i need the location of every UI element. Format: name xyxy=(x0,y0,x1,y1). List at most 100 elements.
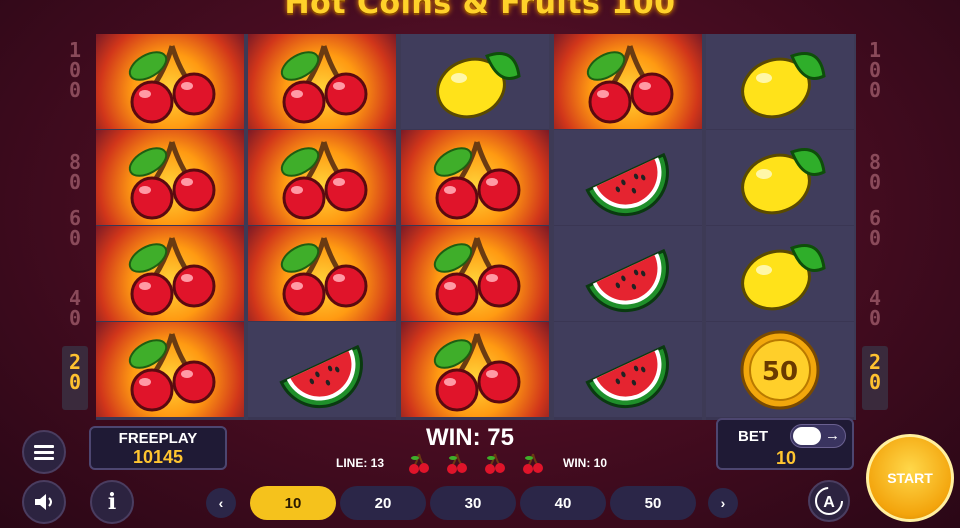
cherry-icon xyxy=(128,237,216,316)
reel-cell xyxy=(248,130,396,225)
payline-digit: 8 xyxy=(868,150,882,174)
payline-active-digit: 2 xyxy=(868,350,882,374)
toggle-knob xyxy=(793,427,821,445)
speaker-icon xyxy=(35,494,52,510)
cherry-icon xyxy=(128,141,216,220)
lemon-icon xyxy=(741,148,826,215)
payline-digit: 6 xyxy=(868,206,882,230)
bet-option[interactable]: 20 xyxy=(340,486,426,520)
reel-cell xyxy=(554,226,702,321)
payline-digit: 0 xyxy=(868,226,882,250)
mini-cherry-icon xyxy=(409,453,429,474)
payline-digit: 0 xyxy=(68,306,82,330)
payline-active-digit: 0 xyxy=(68,370,82,394)
info-button[interactable]: i xyxy=(90,480,134,524)
mini-cherry-icon xyxy=(523,453,543,474)
chevron-right-icon: › xyxy=(720,495,726,511)
reel-cell xyxy=(96,34,244,129)
coin-value: 50 xyxy=(762,357,798,387)
autoplay-icon: A xyxy=(815,487,843,515)
payline-digit: 0 xyxy=(868,78,882,102)
bet-option[interactable]: 40 xyxy=(520,486,606,520)
payline-digit: 0 xyxy=(868,58,882,82)
sound-button[interactable] xyxy=(22,480,66,524)
bet-next-button[interactable]: › xyxy=(708,488,738,518)
cherry-icon xyxy=(280,237,368,316)
payline-digit: 0 xyxy=(868,170,882,194)
reel-cell xyxy=(401,130,549,225)
payline-digit: 4 xyxy=(68,286,82,310)
lemon-icon xyxy=(741,244,826,311)
reel-cell xyxy=(706,34,854,129)
freeplay-balance: 10145 xyxy=(132,447,184,467)
payline-digit: 1 xyxy=(868,38,882,62)
cherry-icon xyxy=(433,333,521,412)
watermelon-icon xyxy=(585,152,669,217)
hamburger-icon xyxy=(34,445,54,460)
line-win: WIN: 10 xyxy=(563,456,608,470)
reel-cell xyxy=(96,130,244,225)
total-win: WIN: 75 xyxy=(425,424,514,451)
freeplay-panel: FREEPLAY 10145 xyxy=(89,426,227,470)
payline-digit: 0 xyxy=(68,170,82,194)
cherry-icon xyxy=(280,45,368,124)
reel-cell xyxy=(248,322,396,417)
payline-numbers-right: 1 0 0 8 0 6 0 4 0 2 0 xyxy=(862,36,888,418)
payline-digit: 0 xyxy=(868,306,882,330)
bet-label: BET xyxy=(738,428,768,445)
bet-prev-button[interactable]: ‹ xyxy=(206,488,236,518)
watermelon-icon xyxy=(585,248,669,313)
info-icon: i xyxy=(107,489,117,515)
autoplay-button[interactable]: A xyxy=(808,480,850,522)
reel-3 xyxy=(401,34,549,420)
cherry-icon xyxy=(433,237,521,316)
cherry-icon xyxy=(128,333,216,412)
bet-option[interactable]: 30 xyxy=(430,486,516,520)
lemon-icon xyxy=(741,52,826,119)
chevron-left-icon: ‹ xyxy=(218,495,224,511)
winning-symbols xyxy=(406,452,556,476)
reels-area: 50 xyxy=(96,34,856,420)
game-title: Hot Coins & Fruits 100 xyxy=(284,0,676,21)
reel-cell xyxy=(401,322,549,417)
reel-cell xyxy=(706,226,854,321)
start-label: START xyxy=(887,470,933,486)
menu-button[interactable] xyxy=(22,430,66,474)
watermelon-icon xyxy=(585,344,669,409)
reel-cell: 50 xyxy=(706,322,854,417)
reel-cell xyxy=(96,226,244,321)
reel-cell xyxy=(401,226,549,321)
reel-4 xyxy=(554,34,702,420)
reel-cell xyxy=(401,34,549,129)
coin-icon: 50 xyxy=(740,330,820,410)
payline-digit: 6 xyxy=(68,206,82,230)
reel-cell xyxy=(248,34,396,129)
autoplay-label: A xyxy=(823,494,835,511)
bet-toggle[interactable]: → xyxy=(790,424,846,448)
payline-digit: 4 xyxy=(868,286,882,310)
payline-numbers-left: 1 0 0 8 0 6 0 4 0 2 0 xyxy=(62,36,88,418)
reel-5: 50 xyxy=(706,34,854,420)
payline-digit: 0 xyxy=(68,226,82,250)
lemon-icon xyxy=(436,52,521,119)
reel-cell xyxy=(554,34,702,129)
cherry-icon xyxy=(586,45,674,124)
bet-option[interactable]: 50 xyxy=(610,486,696,520)
reel-2 xyxy=(248,34,396,420)
payline-digit: 0 xyxy=(68,58,82,82)
reel-cell xyxy=(248,226,396,321)
payline-active-right[interactable]: 2 0 xyxy=(862,346,888,410)
payline-digit: 8 xyxy=(68,150,82,174)
arrow-right-icon: → xyxy=(825,427,840,444)
payline-active-left[interactable]: 2 0 xyxy=(62,346,88,410)
payline-active-digit: 0 xyxy=(868,370,882,394)
start-button[interactable]: START xyxy=(866,434,954,522)
payline-digit: 0 xyxy=(68,78,82,102)
reel-1 xyxy=(96,34,244,420)
bet-option[interactable]: 10 xyxy=(250,486,336,520)
reel-cell xyxy=(706,130,854,225)
reel-cell xyxy=(554,130,702,225)
bet-value: 10 xyxy=(775,448,797,468)
payline-digit: 1 xyxy=(68,38,82,62)
cherry-icon xyxy=(280,141,368,220)
